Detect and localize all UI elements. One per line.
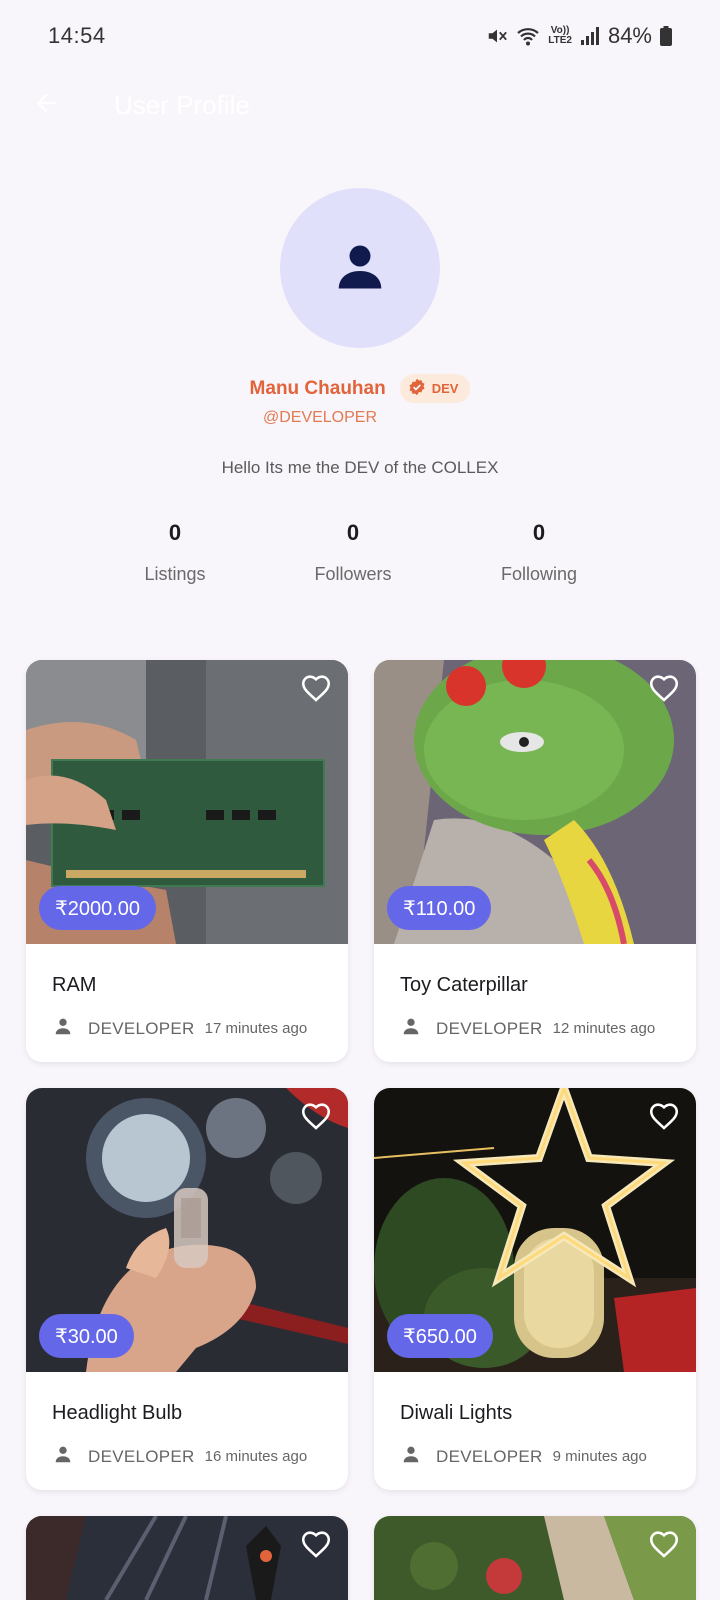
listing-title: RAM — [52, 974, 97, 996]
page-title: User Profile — [114, 89, 250, 120]
lte-label: LTE2 — [548, 35, 572, 46]
avatar — [280, 188, 440, 348]
listing-image: ₹110.00 — [374, 660, 696, 944]
status-time: 14:54 — [48, 23, 106, 48]
listing-card[interactable]: ₹650.00 Diwali Lights DEVELOPER 9 minute… — [374, 1088, 696, 1490]
listing-title: Diwali Lights — [400, 1402, 513, 1424]
listing-image: ₹650.00 — [374, 1088, 696, 1372]
stat-value: 0 — [168, 520, 182, 545]
stat-label: Following — [500, 564, 578, 584]
listing-card[interactable]: ₹2000.00 RAM DEVELOPER 17 minutes ago — [26, 660, 348, 1062]
listing-card[interactable] — [374, 1516, 696, 1600]
listing-card[interactable]: ₹30.00 Headlight Bulb DEVELOPER 16 minut… — [26, 1088, 348, 1490]
listing-card[interactable]: ₹110.00 Toy Caterpillar DEVELOPER 12 min… — [374, 660, 696, 1062]
back-button[interactable] — [30, 89, 62, 121]
heart-outline-icon — [647, 1527, 681, 1566]
profile-stats: 0 Listings 0 Followers 0 Following — [0, 520, 720, 600]
stat-listings[interactable]: 0 Listings — [95, 520, 255, 585]
listing-details: RAM DEVELOPER 17 minutes ago — [26, 944, 348, 1062]
signal-icon — [580, 26, 600, 46]
favorite-button[interactable] — [646, 672, 682, 708]
stat-value: 0 — [532, 520, 546, 545]
heart-outline-icon — [299, 1527, 333, 1566]
person-icon — [52, 1443, 74, 1470]
price-chip: ₹30.00 — [39, 1314, 134, 1358]
verified-icon — [408, 378, 426, 399]
price-chip: ₹110.00 — [387, 886, 492, 930]
favorite-button[interactable] — [298, 672, 334, 708]
price-chip: ₹2000.00 — [39, 886, 157, 930]
heart-outline-icon — [299, 1099, 333, 1138]
app-bar: User Profile — [0, 72, 720, 138]
dev-badge: DEV — [399, 374, 471, 403]
listing-image — [26, 1516, 348, 1600]
listing-details: Toy Caterpillar DEVELOPER 12 minutes ago — [374, 944, 696, 1062]
arrow-left-icon — [32, 89, 60, 122]
listing-details: Headlight Bulb DEVELOPER 16 minutes ago — [26, 1372, 348, 1490]
person-icon — [330, 236, 390, 301]
heart-outline-icon — [647, 671, 681, 710]
stat-label: Followers — [314, 564, 392, 584]
status-icons: Vo)) LTE2 84% — [486, 23, 672, 49]
person-icon — [400, 1443, 422, 1470]
favorite-button[interactable] — [298, 1528, 334, 1564]
listing-meta: DEVELOPER 9 minutes ago — [400, 1443, 670, 1470]
stat-following[interactable]: 0 Following — [459, 520, 619, 585]
heart-outline-icon — [647, 1099, 681, 1138]
seller-name: DEVELOPER — [88, 1018, 195, 1038]
wifi-icon — [516, 25, 540, 47]
person-icon — [400, 1015, 422, 1042]
profile-name: Manu Chauhan — [249, 377, 386, 399]
favorite-button[interactable] — [646, 1100, 682, 1136]
status-bar: 14:54 Vo)) LTE2 84% — [0, 0, 720, 72]
price-chip: ₹650.00 — [387, 1314, 493, 1358]
person-icon — [52, 1015, 74, 1042]
seller-name: DEVELOPER — [436, 1018, 543, 1038]
favorite-button[interactable] — [298, 1100, 334, 1136]
battery-icon — [660, 26, 672, 46]
listing-image — [374, 1516, 696, 1600]
battery-percent: 84% — [607, 23, 652, 48]
listing-time: 16 minutes ago — [204, 1448, 308, 1465]
profile-username: @DEVELOPER — [262, 409, 378, 426]
listing-time: 9 minutes ago — [552, 1448, 647, 1465]
listing-title: Headlight Bulb — [52, 1402, 183, 1424]
stat-value: 0 — [346, 520, 360, 545]
seller-name: DEVELOPER — [436, 1446, 543, 1466]
seller-name: DEVELOPER — [88, 1446, 195, 1466]
listing-time: 12 minutes ago — [552, 1020, 656, 1037]
listing-image: ₹2000.00 — [26, 660, 348, 944]
stat-followers[interactable]: 0 Followers — [273, 520, 433, 585]
listing-meta: DEVELOPER 16 minutes ago — [52, 1443, 322, 1470]
listing-card[interactable] — [26, 1516, 348, 1600]
listing-details: Diwali Lights DEVELOPER 9 minutes ago — [374, 1372, 696, 1490]
listing-image: ₹30.00 — [26, 1088, 348, 1372]
dev-badge-label: DEV — [431, 381, 459, 396]
profile-name-row: Manu Chauhan DEV — [0, 374, 720, 403]
favorite-button[interactable] — [646, 1528, 682, 1564]
stat-label: Listings — [144, 564, 206, 584]
listing-meta: DEVELOPER 17 minutes ago — [52, 1015, 322, 1042]
profile-bio: Hello Its me the DEV of the COLLEX — [221, 458, 499, 477]
listing-title: Toy Caterpillar — [400, 974, 528, 996]
listing-meta: DEVELOPER 12 minutes ago — [400, 1015, 670, 1042]
heart-outline-icon — [299, 671, 333, 710]
lte-indicator: Vo)) LTE2 — [548, 26, 572, 46]
mute-icon — [486, 25, 508, 47]
listing-time: 17 minutes ago — [204, 1020, 308, 1037]
